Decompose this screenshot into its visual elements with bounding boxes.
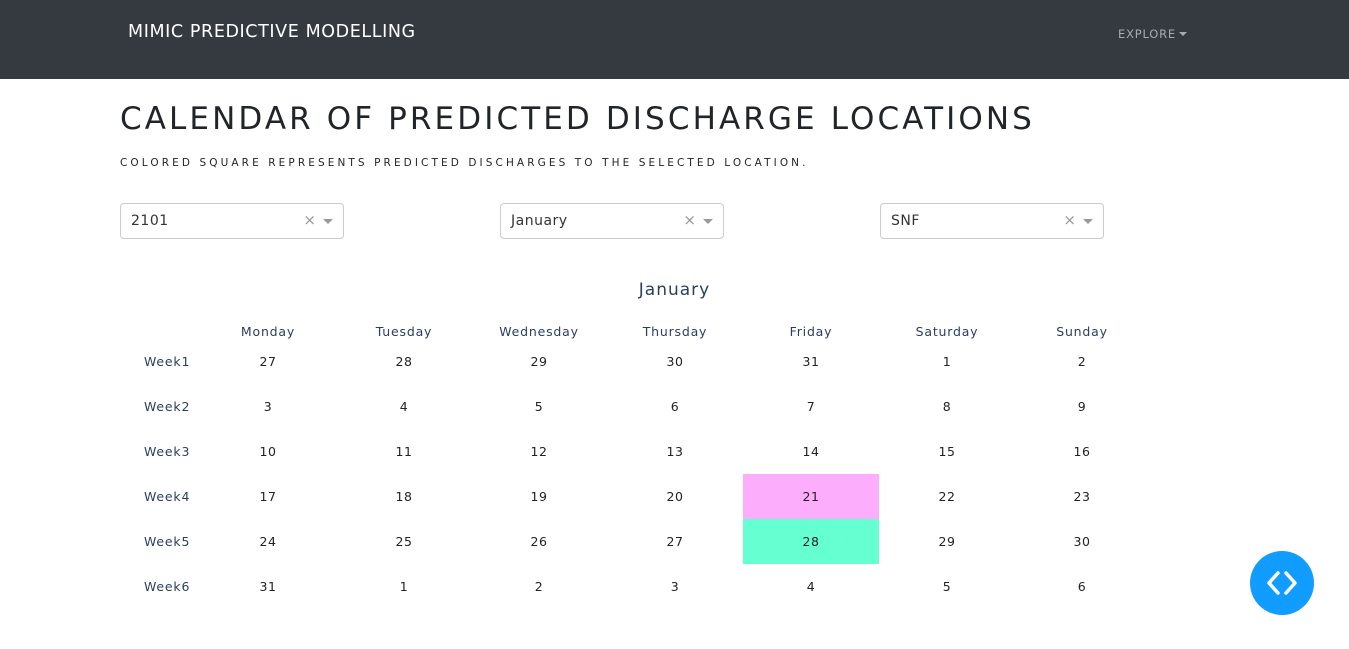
calendar-cell[interactable]: 19 bbox=[471, 474, 607, 519]
calendar-cell[interactable]: 2 bbox=[1014, 339, 1150, 384]
code-brackets-icon bbox=[1267, 571, 1297, 595]
week-label: Week4 bbox=[144, 489, 191, 504]
calendar-cell[interactable]: 20 bbox=[607, 474, 743, 519]
day-header-monday: Monday bbox=[240, 324, 296, 339]
calendar-cell[interactable]: 31 bbox=[743, 339, 879, 384]
day-header-sunday: Sunday bbox=[1056, 324, 1108, 339]
calendar-cell[interactable]: 18 bbox=[336, 474, 472, 519]
day-header-thursday: Thursday bbox=[642, 324, 708, 339]
calendar-cell[interactable]: 15 bbox=[879, 429, 1015, 474]
calendar-cell[interactable]: 25 bbox=[336, 519, 472, 564]
calendar-cell[interactable]: 27 bbox=[607, 519, 743, 564]
day-header-friday: Friday bbox=[789, 324, 833, 339]
calendar-grid: Monday Tuesday Wednesday Thursday Friday Satu… bbox=[0, 0, 1349, 649]
calendar-cell[interactable]: 6 bbox=[607, 384, 743, 429]
calendar-cell[interactable]: 3 bbox=[200, 384, 336, 429]
calendar-cell[interactable]: 24 bbox=[200, 519, 336, 564]
calendar-cell-highlighted[interactable]: 21 bbox=[743, 474, 879, 519]
calendar-cell[interactable]: 29 bbox=[471, 339, 607, 384]
week-label: Week1 bbox=[144, 354, 191, 369]
week-label: Week6 bbox=[144, 579, 191, 594]
calendar-cell[interactable]: 14 bbox=[743, 429, 879, 474]
calendar-cell[interactable]: 1 bbox=[336, 564, 472, 609]
calendar-cell[interactable]: 2 bbox=[471, 564, 607, 609]
calendar-cell[interactable]: 30 bbox=[607, 339, 743, 384]
calendar-cell[interactable]: 8 bbox=[879, 384, 1015, 429]
calendar-cell[interactable]: 11 bbox=[336, 429, 472, 474]
calendar-cell[interactable]: 23 bbox=[1014, 474, 1150, 519]
calendar-cell[interactable]: 30 bbox=[1014, 519, 1150, 564]
day-header-tuesday: Tuesday bbox=[375, 324, 433, 339]
calendar-cell[interactable]: 3 bbox=[607, 564, 743, 609]
calendar-cell[interactable]: 6 bbox=[1014, 564, 1150, 609]
calendar-cell[interactable]: 5 bbox=[471, 384, 607, 429]
calendar-cell[interactable]: 27 bbox=[200, 339, 336, 384]
calendar-cell[interactable]: 16 bbox=[1014, 429, 1150, 474]
week-label: Week2 bbox=[144, 399, 191, 414]
calendar-cell[interactable]: 4 bbox=[743, 564, 879, 609]
calendar-cell[interactable]: 4 bbox=[336, 384, 472, 429]
calendar-cell[interactable]: 13 bbox=[607, 429, 743, 474]
debug-menu-button[interactable] bbox=[1250, 551, 1314, 615]
calendar-cell[interactable]: 12 bbox=[471, 429, 607, 474]
day-header-saturday: Saturday bbox=[915, 324, 979, 339]
calendar-cell[interactable]: 9 bbox=[1014, 384, 1150, 429]
day-header-wednesday: Wednesday bbox=[499, 324, 579, 339]
calendar-cell[interactable]: 28 bbox=[336, 339, 472, 384]
calendar-cell[interactable]: 22 bbox=[879, 474, 1015, 519]
calendar-cell[interactable]: 7 bbox=[743, 384, 879, 429]
calendar-cell[interactable]: 26 bbox=[471, 519, 607, 564]
calendar-cell[interactable]: 5 bbox=[879, 564, 1015, 609]
calendar-cell[interactable]: 31 bbox=[200, 564, 336, 609]
calendar-cell[interactable]: 17 bbox=[200, 474, 336, 519]
calendar-cell[interactable]: 29 bbox=[879, 519, 1015, 564]
calendar-cell[interactable]: 1 bbox=[879, 339, 1015, 384]
calendar-cell[interactable]: 10 bbox=[200, 429, 336, 474]
calendar-cell-highlighted[interactable]: 28 bbox=[743, 519, 879, 564]
week-label: Week5 bbox=[144, 534, 191, 549]
week-label: Week3 bbox=[144, 444, 191, 459]
